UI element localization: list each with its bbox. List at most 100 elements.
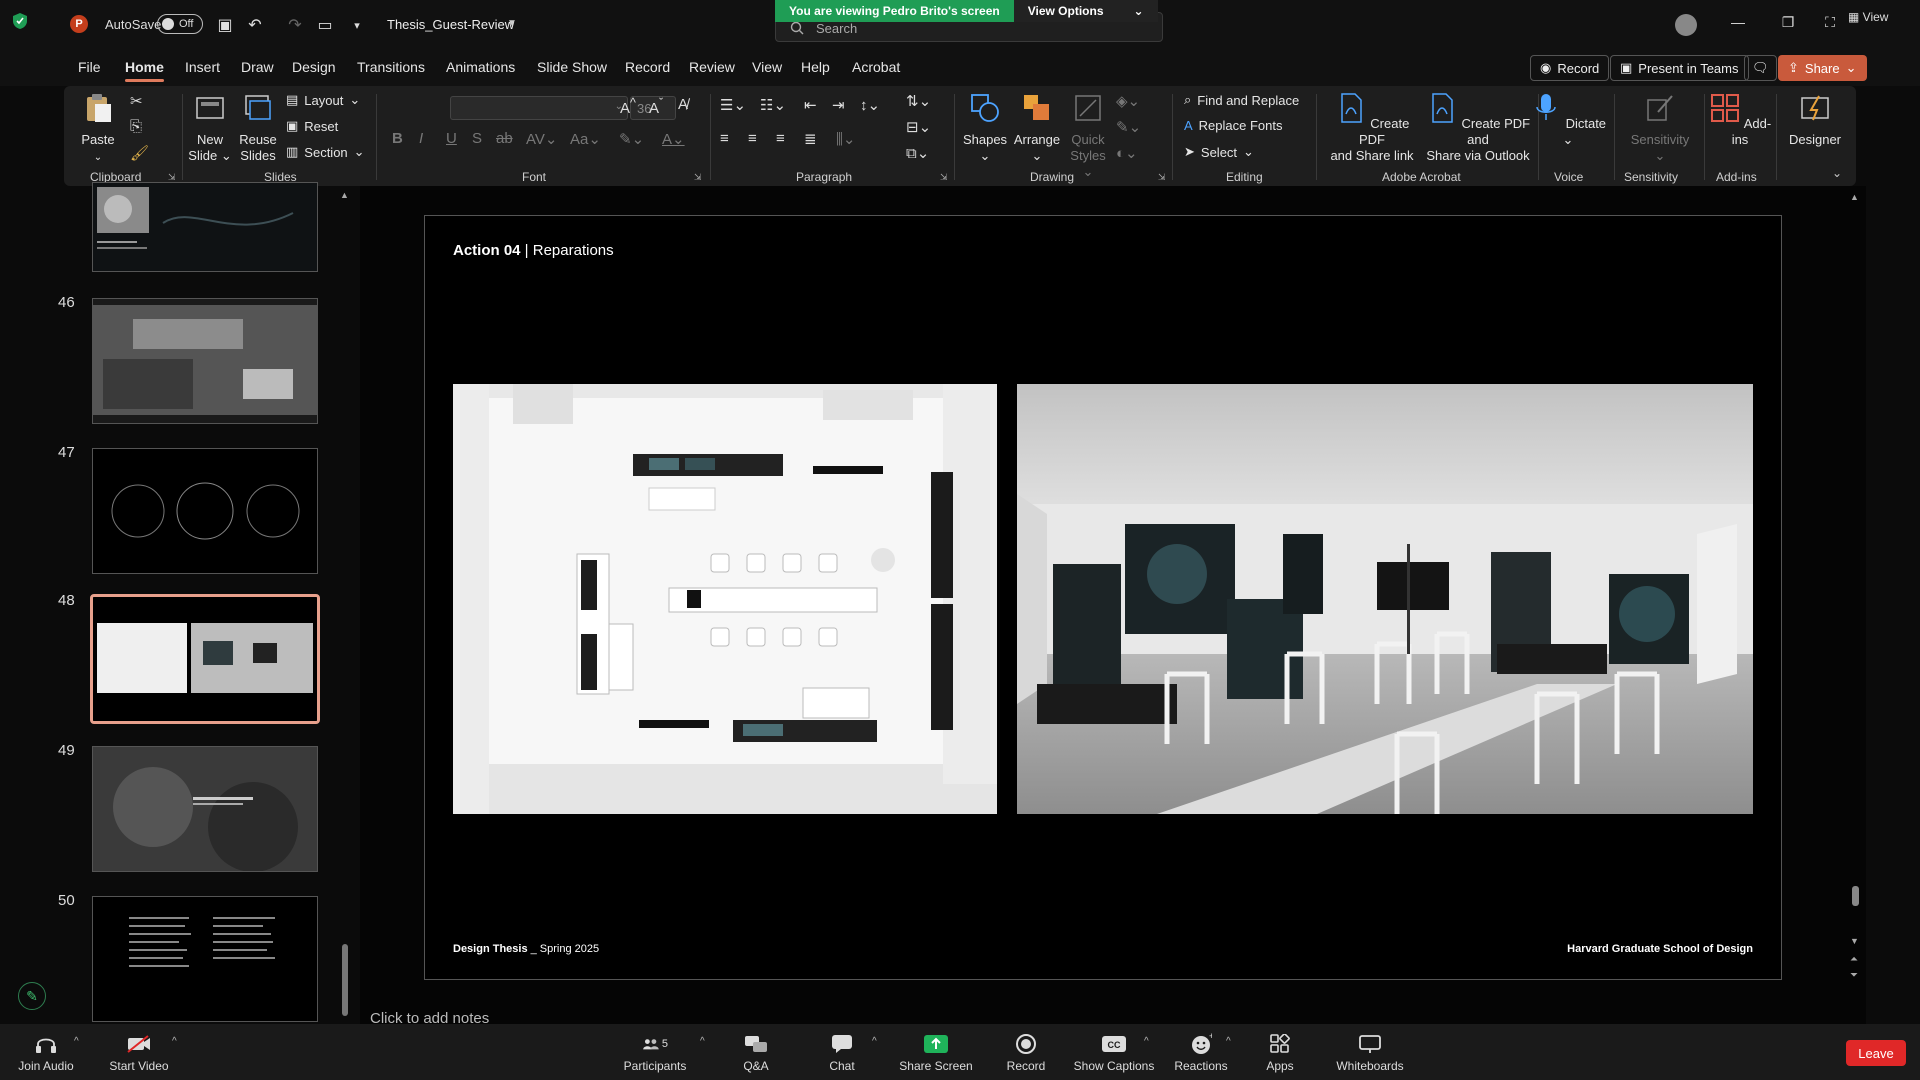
minimize-icon[interactable]: —	[1728, 14, 1748, 30]
select-button[interactable]: ➤ Select ⌄	[1184, 144, 1254, 160]
add-ins-button[interactable]: Add-ins	[1708, 92, 1772, 148]
shrink-font-icon[interactable]: Aˇ	[649, 96, 663, 117]
copy-icon[interactable]: ⎘	[130, 118, 142, 135]
apps-button[interactable]: Apps	[1262, 1032, 1298, 1073]
save-icon[interactable]: ▣	[214, 14, 236, 36]
justify-icon[interactable]: ≣	[804, 130, 817, 148]
shape-effects-icon[interactable]: ◐⌄	[1116, 144, 1138, 162]
layout-button[interactable]: ▤ Layout ⌄	[286, 92, 360, 108]
share-screen-button[interactable]: Share Screen	[898, 1032, 974, 1073]
tab-help[interactable]: Help	[801, 59, 830, 75]
numbering-icon[interactable]: ☷⌄	[760, 96, 786, 114]
line-spacing-icon[interactable]: ↕⌄	[860, 96, 880, 114]
meeting-record-button[interactable]: Record	[1004, 1032, 1048, 1073]
chevron-up-icon[interactable]: ^	[1144, 1036, 1149, 1047]
customize-toolbar-icon[interactable]: ▾	[346, 14, 368, 36]
decrease-indent-icon[interactable]: ⇤	[804, 96, 817, 114]
chevron-up-icon[interactable]: ^	[700, 1036, 705, 1047]
shape-outline-icon[interactable]: ✎⌄	[1116, 118, 1141, 136]
slide-thumbnail[interactable]	[92, 182, 318, 272]
reactions-button[interactable]: + Reactions	[1170, 1032, 1232, 1073]
character-spacing-icon[interactable]: AV⌄	[526, 130, 557, 148]
autosave-toggle[interactable]: Off	[157, 14, 203, 34]
tab-record[interactable]: Record	[625, 59, 670, 75]
whiteboards-button[interactable]: Whiteboards	[1334, 1032, 1406, 1073]
shadow-icon[interactable]: S	[472, 130, 482, 147]
sensitivity-button[interactable]: Sensitivity ⌄	[1622, 92, 1698, 164]
undo-icon[interactable]: ↶	[244, 14, 266, 36]
designer-button[interactable]: Designer	[1782, 92, 1848, 148]
align-left-icon[interactable]: ≡	[720, 130, 729, 147]
tab-transitions[interactable]: Transitions	[357, 59, 425, 75]
present-from-start-icon[interactable]: ▭	[314, 14, 336, 36]
columns-icon[interactable]: ⫼⌄	[836, 130, 855, 148]
increase-indent-icon[interactable]: ⇥	[832, 96, 845, 114]
bullets-icon[interactable]: ☰⌄	[720, 96, 746, 114]
create-pdf-outlook-button[interactable]: Create PDF and Share via Outlook	[1424, 92, 1532, 164]
slide-thumbnail-selected[interactable]	[90, 594, 320, 724]
avatar[interactable]	[1675, 14, 1697, 36]
leave-button[interactable]: Leave	[1846, 1040, 1906, 1066]
tab-insert[interactable]: Insert	[185, 59, 220, 75]
participants-button[interactable]: 5 Participants	[620, 1032, 690, 1073]
new-slide-button[interactable]: New Slide ⌄	[188, 92, 232, 164]
tab-review[interactable]: Review	[689, 59, 735, 75]
next-slide-icon[interactable]: ⏷	[1850, 970, 1858, 981]
align-text-icon[interactable]: ⊟⌄	[906, 118, 931, 136]
present-in-teams-button[interactable]: ▣ Present in Teams	[1610, 55, 1749, 81]
slide-thumbnail[interactable]	[92, 448, 318, 574]
comments-button[interactable]: 🗨	[1744, 55, 1777, 81]
arrange-button[interactable]: Arrange ⌄	[1012, 92, 1062, 164]
chevron-up-icon[interactable]: ^	[74, 1036, 79, 1047]
create-pdf-share-link-button[interactable]: Create PDF and Share link	[1326, 92, 1418, 164]
scroll-down-icon[interactable]: ▼	[1850, 936, 1859, 946]
view-options-button[interactable]: View Options ⌄	[1013, 0, 1158, 22]
cut-icon[interactable]: ✂	[130, 92, 143, 110]
scroll-up-icon[interactable]: ▲	[340, 190, 349, 200]
chevron-down-icon[interactable]: ▼	[507, 18, 517, 29]
collapse-ribbon-icon[interactable]: ⌄	[1832, 166, 1842, 180]
tab-acrobat[interactable]: Acrobat	[852, 59, 900, 75]
dialog-launcher-icon[interactable]: ⇲	[940, 172, 948, 183]
chevron-up-icon[interactable]: ^	[172, 1036, 177, 1047]
qa-button[interactable]: Q&A	[736, 1032, 776, 1073]
record-button[interactable]: ◉ Record	[1530, 55, 1610, 81]
tab-draw[interactable]: Draw	[241, 59, 274, 75]
tab-view[interactable]: View	[752, 59, 782, 75]
redo-icon[interactable]: ↷	[284, 14, 306, 36]
paste-button[interactable]: Paste ⌄	[78, 92, 118, 166]
quick-styles-button[interactable]: Quick Styles ⌄	[1066, 92, 1110, 180]
start-video-button[interactable]: Start Video	[104, 1032, 174, 1073]
slide-thumbnail[interactable]	[92, 746, 318, 872]
grow-font-icon[interactable]: A^	[620, 96, 636, 117]
text-direction-icon[interactable]: ⇅⌄	[906, 92, 931, 110]
annotate-pen-button[interactable]: ✎	[18, 982, 46, 1010]
join-audio-button[interactable]: Join Audio	[16, 1032, 76, 1073]
bold-icon[interactable]: B	[392, 130, 403, 147]
clear-formatting-icon[interactable]: A̸	[678, 96, 688, 113]
previous-slide-icon[interactable]: ⏶	[1850, 954, 1858, 965]
document-title[interactable]: Thesis_Guest-Review	[387, 17, 514, 32]
slide-footer-right[interactable]: Harvard Graduate School of Design	[1567, 943, 1753, 955]
italic-icon[interactable]: I	[419, 130, 423, 147]
chevron-up-icon[interactable]: ^	[1226, 1036, 1231, 1047]
slide-thumbnail[interactable]	[92, 896, 318, 1022]
chevron-up-icon[interactable]: ^	[872, 1036, 877, 1047]
tab-slide-show[interactable]: Slide Show	[537, 59, 607, 75]
slide-scrollbar[interactable]: ▲ ▼ ⏶ ⏷	[1850, 192, 1862, 992]
slide-canvas[interactable]: Action 04 | Reparations Design Thesis _ …	[424, 215, 1782, 980]
chat-button[interactable]: Chat	[822, 1032, 862, 1073]
underline-icon[interactable]: U	[446, 130, 457, 147]
shape-fill-icon[interactable]: ◈⌄	[1116, 92, 1140, 110]
tab-home[interactable]: Home	[125, 59, 164, 82]
align-right-icon[interactable]: ≡	[776, 130, 785, 147]
tab-file[interactable]: File	[78, 59, 101, 75]
scrollbar-thumb[interactable]	[1852, 886, 1859, 906]
slide-thumbnail[interactable]	[92, 298, 318, 424]
dictate-button[interactable]: Dictate ⌄	[1528, 92, 1608, 148]
reset-button[interactable]: ▣ Reset	[286, 118, 338, 134]
dialog-launcher-icon[interactable]: ⇲	[694, 172, 702, 183]
share-button[interactable]: ⇪ Share ⌄	[1778, 55, 1867, 81]
restore-icon[interactable]: ❐	[1778, 14, 1798, 31]
zoom-view-button[interactable]: ▦ View	[1848, 10, 1888, 24]
